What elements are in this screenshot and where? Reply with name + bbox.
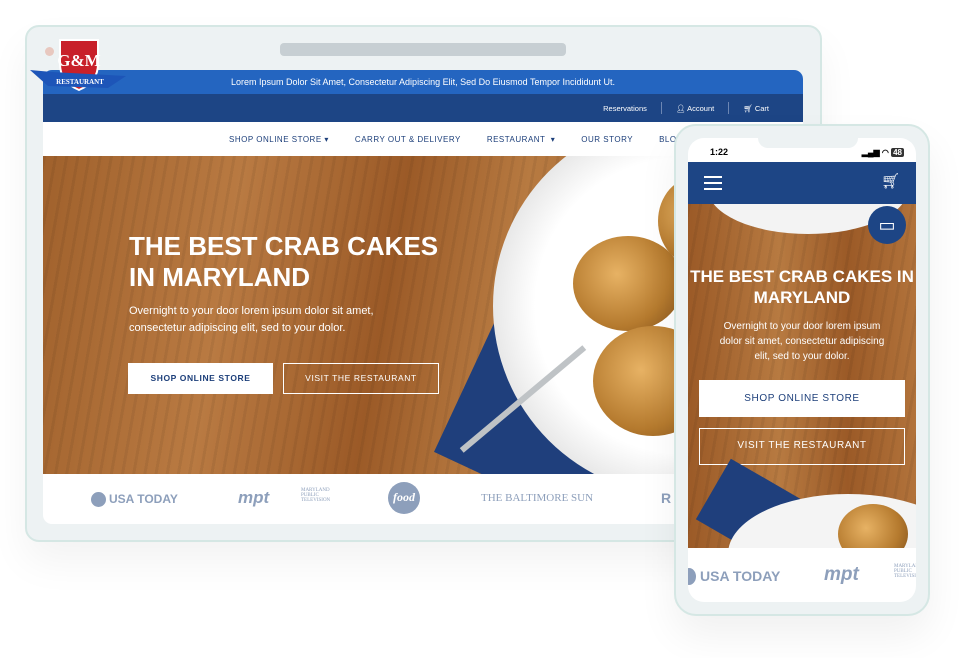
nav-carry-out[interactable]: CARRY OUT & DELIVERY [355, 135, 461, 144]
svg-text:G&M: G&M [57, 51, 100, 70]
user-icon: 👤︎ [675, 103, 686, 113]
cart-link[interactable]: 🛒︎ Cart [743, 104, 769, 113]
divider [660, 102, 662, 114]
logo-mpt: mpt [824, 564, 859, 585]
logo-food-network: food [388, 482, 420, 514]
crab-cake-image [573, 236, 683, 331]
usa-today-dot-icon [688, 568, 696, 585]
usa-today-dot-icon [91, 492, 106, 507]
visit-restaurant-button[interactable]: VISIT THE RESTAURANT [283, 363, 439, 394]
address-bar[interactable] [280, 43, 566, 56]
mobile-hero: ▭ THE BEST CRAB CAKES IN MARYLAND Overni… [688, 204, 916, 548]
hero-title: THE BEST CRAB CAKES IN MARYLAND [129, 231, 439, 292]
signal-wifi-battery-icons: ▂▄▆ ◠ 48 [861, 147, 904, 157]
promo-bar: Lorem Ipsum Dolor Sit Amet, Consectetur … [43, 70, 803, 94]
mobile-hero-subtitle: Overnight to your door lorem ipsum dolor… [719, 321, 885, 362]
account-link[interactable]: 👤︎ Account [676, 104, 714, 113]
clock: 1:22 [710, 147, 729, 157]
nav-our-story[interactable]: OUR STORY [581, 135, 633, 144]
mobile-screen: 1:22 ▂▄▆ ◠ 48 🛒︎ ▭ THE BEST CRAB CAKES I… [688, 138, 916, 602]
logo-usa-today: USA TODAY [109, 492, 178, 506]
cart-icon[interactable]: 🛒︎ [881, 172, 900, 190]
nav-shop-online-store[interactable]: SHOP ONLINE STORE ▾ [229, 135, 329, 144]
nav-restaurant[interactable]: RESTAURANT ▾ [487, 135, 555, 144]
gm-restaurant-logo[interactable]: G&M RESTAURANT [28, 36, 128, 92]
hamburger-menu-icon[interactable] [704, 176, 722, 190]
utility-bar: Reservations 👤︎ Account 🛒︎ Cart [43, 94, 803, 122]
divider [728, 102, 730, 114]
cart-icon: 🛒︎ [743, 103, 753, 113]
mobile-shop-online-store-button[interactable]: SHOP ONLINE STORE [699, 380, 905, 417]
mobile-header: 🛒︎ [688, 162, 916, 204]
logo-partial: R [661, 490, 672, 506]
mobile-press-logos: USA TODAY mpt MARYLAND PUBLIC TELEVISION [688, 548, 916, 602]
mobile-hero-title: THE BEST CRAB CAKES IN MARYLAND [690, 267, 914, 307]
desktop-view-icon[interactable]: ▭ [868, 206, 906, 244]
logo-mpt: mpt [238, 488, 270, 507]
logo-baltimore-sun: THE BALTIMORE SUN [481, 492, 594, 504]
logo-mpt-subtitle: MARYLAND PUBLIC TELEVISION [301, 488, 331, 503]
svg-text:RESTAURANT: RESTAURANT [56, 78, 104, 86]
cart-label: Cart [754, 103, 769, 113]
shop-online-store-button[interactable]: SHOP ONLINE STORE [128, 363, 273, 394]
logo-mpt-subtitle: MARYLAND PUBLIC TELEVISION [894, 564, 916, 579]
account-label: Account [687, 103, 715, 113]
logo-usa-today: USA TODAY [700, 568, 781, 584]
reservations-link[interactable]: Reservations [603, 104, 647, 113]
hero-subtitle: Overnight to your door lorem ipsum dolor… [129, 305, 374, 334]
